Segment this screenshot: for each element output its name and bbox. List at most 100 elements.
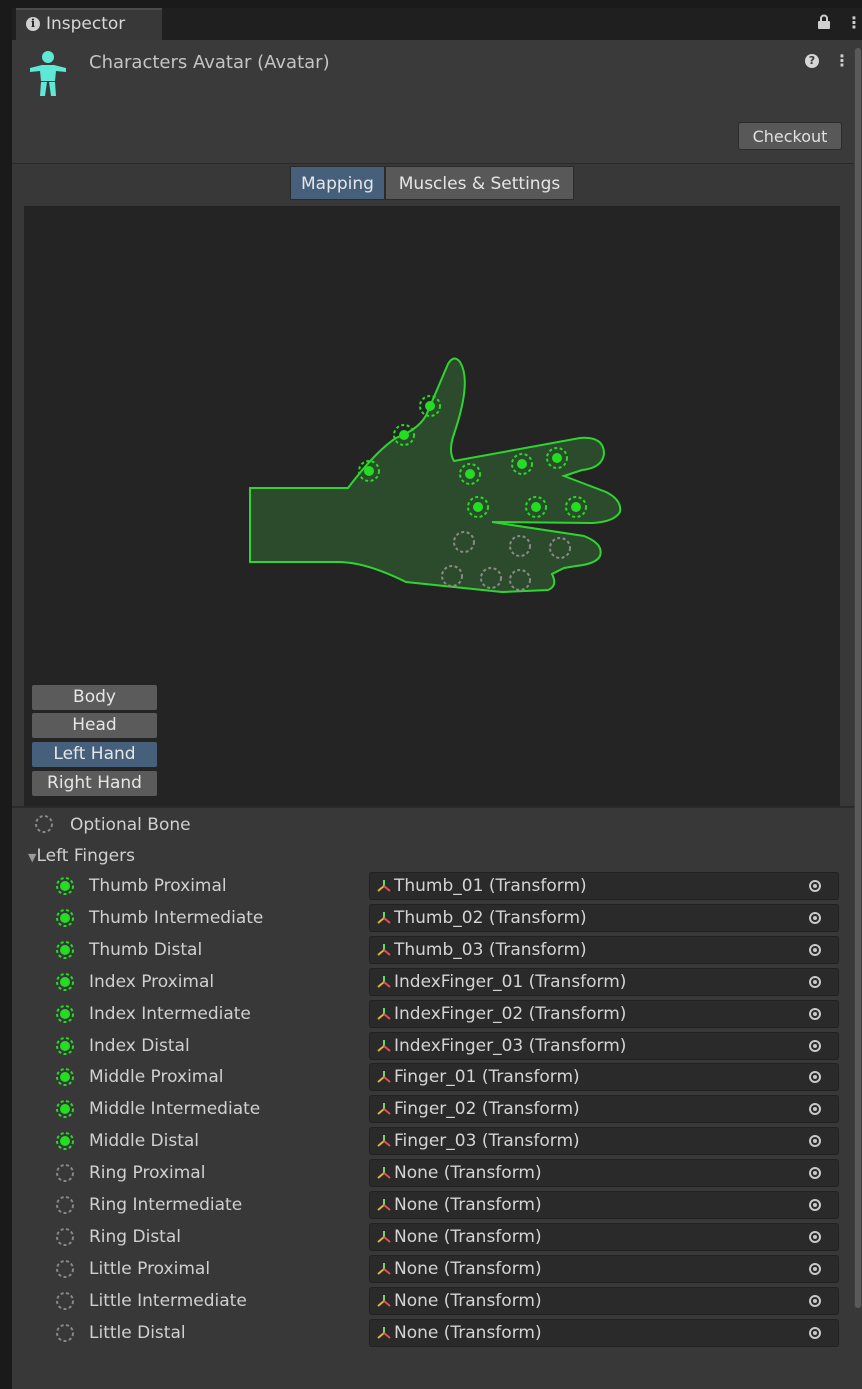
bone-label: Thumb Proximal <box>89 876 227 896</box>
bone-assigned-icon <box>56 941 74 959</box>
tab-menu-icon[interactable]: ⋮ <box>846 13 862 32</box>
transform-icon <box>377 880 391 892</box>
part-body-button[interactable]: Body <box>32 685 157 710</box>
object-picker-icon[interactable] <box>809 1008 821 1020</box>
bone-label: Little Proximal <box>89 1259 211 1279</box>
object-picker-icon[interactable] <box>809 1295 821 1307</box>
bone-object-field[interactable]: None (Transform) <box>369 1287 839 1315</box>
object-picker-icon[interactable] <box>809 1071 821 1083</box>
object-picker-icon[interactable] <box>809 1327 821 1339</box>
transform-icon <box>377 1199 391 1211</box>
bone-label: Thumb Intermediate <box>89 908 264 928</box>
bone-missing-icon <box>56 1228 74 1246</box>
bone-label: Middle Intermediate <box>89 1099 261 1119</box>
transform-icon <box>377 1071 391 1083</box>
bone-object-field[interactable]: IndexFinger_02 (Transform) <box>369 1000 839 1028</box>
transform-icon <box>377 1167 391 1179</box>
bone-object-value: IndexFinger_03 (Transform) <box>394 1036 627 1056</box>
bone-object-value: None (Transform) <box>394 1195 542 1215</box>
bone-object-field[interactable]: IndexFinger_01 (Transform) <box>369 968 839 996</box>
bone-label: Ring Intermediate <box>89 1195 243 1215</box>
object-picker-icon[interactable] <box>809 944 821 956</box>
transform-icon <box>377 1008 391 1020</box>
lock-icon[interactable] <box>817 14 831 35</box>
part-right-hand-button[interactable]: Right Hand <box>32 771 157 796</box>
bone-missing-icon <box>56 1164 74 1182</box>
bone-object-field[interactable]: Thumb_02 (Transform) <box>369 904 839 932</box>
object-picker-icon[interactable] <box>809 1231 821 1243</box>
bone-object-field[interactable]: None (Transform) <box>369 1223 839 1251</box>
bone-object-field[interactable]: Finger_02 (Transform) <box>369 1095 839 1123</box>
bone-object-field[interactable]: Thumb_03 (Transform) <box>369 936 839 964</box>
bone-object-value: None (Transform) <box>394 1291 542 1311</box>
header-menu-icon[interactable]: ⋮ <box>834 51 850 70</box>
bone-object-field[interactable]: Thumb_01 (Transform) <box>369 872 839 900</box>
bone-label: Middle Proximal <box>89 1067 224 1087</box>
bone-label: Middle Distal <box>89 1131 200 1151</box>
bone-object-field[interactable]: None (Transform) <box>369 1159 839 1187</box>
bone-assigned-icon <box>56 1068 74 1086</box>
object-picker-icon[interactable] <box>809 880 821 892</box>
bone-object-field[interactable]: Finger_03 (Transform) <box>369 1127 839 1155</box>
tab-mapping[interactable]: Mapping <box>290 166 385 200</box>
object-picker-icon[interactable] <box>809 1135 821 1147</box>
tab-inspector-label: Inspector <box>46 14 126 34</box>
bone-label: Index Distal <box>89 1036 190 1056</box>
bone-object-value: None (Transform) <box>394 1163 542 1183</box>
optional-bone-legend-icon <box>35 815 53 833</box>
inspector-window: i Inspector ⋮ Characters Avatar (Avatar)… <box>12 8 862 1389</box>
transform-icon <box>377 944 391 956</box>
help-icon[interactable]: ? <box>805 54 819 68</box>
bone-label: Little Intermediate <box>89 1291 247 1311</box>
object-picker-icon[interactable] <box>809 1167 821 1179</box>
bone-missing-icon <box>56 1292 74 1310</box>
object-picker-icon[interactable] <box>809 976 821 988</box>
object-picker-icon[interactable] <box>809 1263 821 1275</box>
left-fingers-title: Left Fingers <box>36 846 135 866</box>
bone-assigned-icon <box>56 877 74 895</box>
bone-object-value: IndexFinger_01 (Transform) <box>394 972 627 992</box>
bone-object-value: IndexFinger_02 (Transform) <box>394 1004 627 1024</box>
part-left-hand-button[interactable]: Left Hand <box>32 742 157 767</box>
object-picker-icon[interactable] <box>809 1199 821 1211</box>
bone-object-value: Thumb_01 (Transform) <box>394 876 587 896</box>
bone-object-field[interactable]: IndexFinger_03 (Transform) <box>369 1032 839 1060</box>
inspector-header: Characters Avatar (Avatar) ? ⋮ Checkout <box>12 40 862 164</box>
bone-label: Ring Distal <box>89 1227 181 1247</box>
part-head-button[interactable]: Head <box>32 713 157 738</box>
bone-missing-icon <box>56 1196 74 1214</box>
transform-icon <box>377 1103 391 1115</box>
bone-label: Index Intermediate <box>89 1004 251 1024</box>
avatar-preview-viewport: Body Head Left Hand Right Hand <box>24 206 840 806</box>
object-picker-icon[interactable] <box>809 1103 821 1115</box>
hand-outline <box>249 357 622 594</box>
bone-object-field[interactable]: None (Transform) <box>369 1319 839 1347</box>
scrollbar-thumb[interactable] <box>855 48 861 1308</box>
tab-muscles-settings[interactable]: Muscles & Settings <box>385 166 574 200</box>
object-picker-icon[interactable] <box>809 1040 821 1052</box>
bone-object-value: Finger_02 (Transform) <box>394 1099 580 1119</box>
transform-icon <box>377 1295 391 1307</box>
tab-inspector[interactable]: i Inspector <box>16 8 162 41</box>
bone-object-field[interactable]: Finger_01 (Transform) <box>369 1063 839 1091</box>
info-icon: i <box>26 17 40 31</box>
transform-icon <box>377 1263 391 1275</box>
checkout-button[interactable]: Checkout <box>738 122 842 150</box>
bone-object-field[interactable]: None (Transform) <box>369 1191 839 1219</box>
bone-label: Ring Proximal <box>89 1163 206 1183</box>
bone-object-value: Thumb_02 (Transform) <box>394 908 587 928</box>
bone-object-value: None (Transform) <box>394 1259 542 1279</box>
bone-label: Little Distal <box>89 1323 186 1343</box>
transform-icon <box>377 1327 391 1339</box>
avatar-icon <box>26 50 70 103</box>
bone-assigned-icon <box>56 909 74 927</box>
object-picker-icon[interactable] <box>809 912 821 924</box>
optional-bone-label: Optional Bone <box>70 815 191 835</box>
left-fingers-foldout[interactable]: ▼Left Fingers <box>28 846 135 866</box>
bone-object-value: None (Transform) <box>394 1323 542 1343</box>
scrollbar[interactable] <box>854 48 862 1308</box>
bone-assigned-icon <box>56 1100 74 1118</box>
bone-missing-icon <box>56 1324 74 1342</box>
bone-label: Thumb Distal <box>89 940 203 960</box>
bone-object-field[interactable]: None (Transform) <box>369 1255 839 1283</box>
